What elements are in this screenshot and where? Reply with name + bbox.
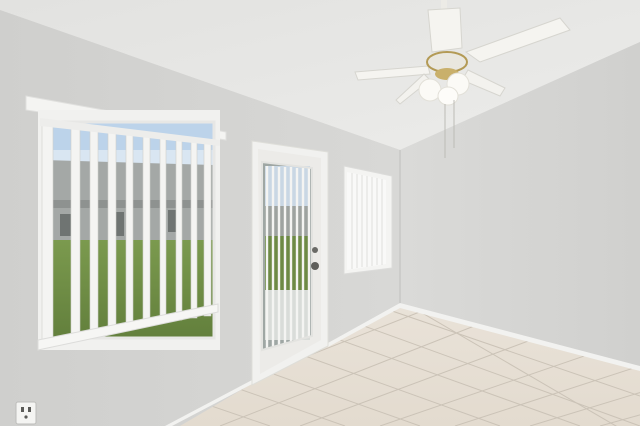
- room-scene: [0, 0, 640, 426]
- large-window: [25, 95, 227, 351]
- electrical-outlet-icon: [15, 401, 37, 425]
- small-window: [343, 165, 393, 275]
- entry-door[interactable]: [251, 140, 329, 386]
- door-glass: [261, 160, 313, 352]
